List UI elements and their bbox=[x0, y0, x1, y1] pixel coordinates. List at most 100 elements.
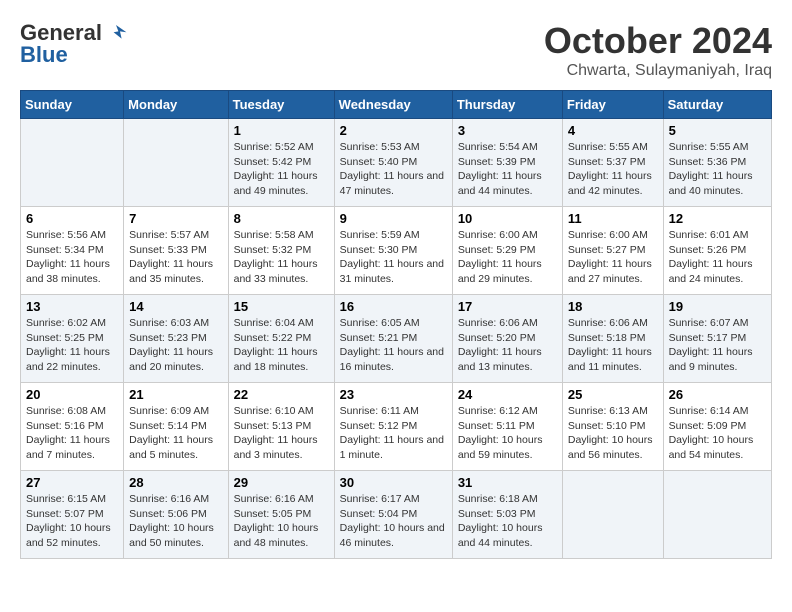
location: Chwarta, Sulaymaniyah, Iraq bbox=[544, 62, 772, 80]
calendar-cell: 30 Sunrise: 6:17 AM Sunset: 5:04 PM Dayli… bbox=[334, 471, 452, 559]
day-number: 7 bbox=[129, 211, 222, 226]
calendar-cell: 15 Sunrise: 6:04 AM Sunset: 5:22 PM Dayli… bbox=[228, 295, 334, 383]
day-number: 2 bbox=[340, 123, 447, 138]
month-title: October 2024 bbox=[544, 20, 772, 62]
calendar-cell: 22 Sunrise: 6:10 AM Sunset: 5:13 PM Dayli… bbox=[228, 383, 334, 471]
calendar-week-row: 6 Sunrise: 5:56 AM Sunset: 5:34 PM Daylig… bbox=[21, 207, 772, 295]
day-header-monday: Monday bbox=[124, 91, 228, 119]
day-info: Sunrise: 6:12 AM Sunset: 5:11 PM Dayligh… bbox=[458, 404, 557, 463]
day-number: 26 bbox=[669, 387, 766, 402]
day-info: Sunrise: 5:53 AM Sunset: 5:40 PM Dayligh… bbox=[340, 140, 447, 199]
day-number: 27 bbox=[26, 475, 118, 490]
day-info: Sunrise: 5:55 AM Sunset: 5:36 PM Dayligh… bbox=[669, 140, 766, 199]
calendar-cell: 8 Sunrise: 5:58 AM Sunset: 5:32 PM Daylig… bbox=[228, 207, 334, 295]
calendar-cell bbox=[124, 119, 228, 207]
day-info: Sunrise: 6:18 AM Sunset: 5:03 PM Dayligh… bbox=[458, 492, 557, 551]
day-info: Sunrise: 6:17 AM Sunset: 5:04 PM Dayligh… bbox=[340, 492, 447, 551]
day-number: 28 bbox=[129, 475, 222, 490]
calendar-cell: 16Sunrise: 6:05 AM Sunset: 5:21 PM Dayli… bbox=[334, 295, 452, 383]
day-number: 30 bbox=[340, 475, 447, 490]
day-info: Sunrise: 5:52 AM Sunset: 5:42 PM Dayligh… bbox=[234, 140, 329, 199]
day-info: Sunrise: 5:57 AM Sunset: 5:33 PM Dayligh… bbox=[129, 228, 222, 287]
calendar-cell: 3Sunrise: 5:54 AM Sunset: 5:39 PM Daylig… bbox=[452, 119, 562, 207]
calendar-week-row: 13 Sunrise: 6:02 AM Sunset: 5:25 PM Dayli… bbox=[21, 295, 772, 383]
title-block: October 2024 Chwarta, Sulaymaniyah, Iraq bbox=[544, 20, 772, 80]
day-number: 19 bbox=[669, 299, 766, 314]
day-number: 3 bbox=[458, 123, 557, 138]
day-info: Sunrise: 6:16 AM Sunset: 5:05 PM Dayligh… bbox=[234, 492, 329, 551]
day-number: 5 bbox=[669, 123, 766, 138]
day-info: Sunrise: 6:10 AM Sunset: 5:13 PM Dayligh… bbox=[234, 404, 329, 463]
day-number: 20 bbox=[26, 387, 118, 402]
day-number: 29 bbox=[234, 475, 329, 490]
day-info: Sunrise: 6:07 AM Sunset: 5:17 PM Dayligh… bbox=[669, 316, 766, 375]
day-info: Sunrise: 5:58 AM Sunset: 5:32 PM Dayligh… bbox=[234, 228, 329, 287]
day-number: 31 bbox=[458, 475, 557, 490]
day-header-thursday: Thursday bbox=[452, 91, 562, 119]
calendar-cell: 29 Sunrise: 6:16 AM Sunset: 5:05 PM Dayli… bbox=[228, 471, 334, 559]
day-info: Sunrise: 6:08 AM Sunset: 5:16 PM Dayligh… bbox=[26, 404, 118, 463]
calendar-header-row: SundayMondayTuesdayWednesdayThursdayFrid… bbox=[21, 91, 772, 119]
day-number: 24 bbox=[458, 387, 557, 402]
day-number: 8 bbox=[234, 211, 329, 226]
calendar-cell: 21Sunrise: 6:09 AM Sunset: 5:14 PM Dayli… bbox=[124, 383, 228, 471]
day-info: Sunrise: 5:56 AM Sunset: 5:34 PM Dayligh… bbox=[26, 228, 118, 287]
day-number: 21 bbox=[129, 387, 222, 402]
day-info: Sunrise: 6:14 AM Sunset: 5:09 PM Dayligh… bbox=[669, 404, 766, 463]
day-info: Sunrise: 6:00 AM Sunset: 5:27 PM Dayligh… bbox=[568, 228, 658, 287]
day-info: Sunrise: 6:02 AM Sunset: 5:25 PM Dayligh… bbox=[26, 316, 118, 375]
day-info: Sunrise: 6:00 AM Sunset: 5:29 PM Dayligh… bbox=[458, 228, 557, 287]
logo: General Blue bbox=[20, 20, 128, 68]
day-number: 16 bbox=[340, 299, 447, 314]
day-number: 18 bbox=[568, 299, 658, 314]
day-header-tuesday: Tuesday bbox=[228, 91, 334, 119]
day-number: 11 bbox=[568, 211, 658, 226]
day-number: 15 bbox=[234, 299, 329, 314]
calendar-cell: 11 Sunrise: 6:00 AM Sunset: 5:27 PM Dayli… bbox=[562, 207, 663, 295]
day-number: 13 bbox=[26, 299, 118, 314]
day-info: Sunrise: 6:15 AM Sunset: 5:07 PM Dayligh… bbox=[26, 492, 118, 551]
day-info: Sunrise: 6:06 AM Sunset: 5:20 PM Dayligh… bbox=[458, 316, 557, 375]
day-header-friday: Friday bbox=[562, 91, 663, 119]
day-number: 23 bbox=[340, 387, 447, 402]
page-header: General Blue October 2024 Chwarta, Sulay… bbox=[20, 20, 772, 80]
calendar-cell bbox=[562, 471, 663, 559]
calendar-cell: 9Sunrise: 5:59 AM Sunset: 5:30 PM Daylig… bbox=[334, 207, 452, 295]
calendar-cell: 13 Sunrise: 6:02 AM Sunset: 5:25 PM Dayli… bbox=[21, 295, 124, 383]
day-header-sunday: Sunday bbox=[21, 91, 124, 119]
day-info: Sunrise: 5:55 AM Sunset: 5:37 PM Dayligh… bbox=[568, 140, 658, 199]
day-info: Sunrise: 6:04 AM Sunset: 5:22 PM Dayligh… bbox=[234, 316, 329, 375]
day-info: Sunrise: 6:13 AM Sunset: 5:10 PM Dayligh… bbox=[568, 404, 658, 463]
day-info: Sunrise: 6:16 AM Sunset: 5:06 PM Dayligh… bbox=[129, 492, 222, 551]
day-number: 12 bbox=[669, 211, 766, 226]
calendar-cell bbox=[663, 471, 771, 559]
calendar-cell: 27 Sunrise: 6:15 AM Sunset: 5:07 PM Dayli… bbox=[21, 471, 124, 559]
calendar-cell: 4 Sunrise: 5:55 AM Sunset: 5:37 PM Daylig… bbox=[562, 119, 663, 207]
day-info: Sunrise: 6:03 AM Sunset: 5:23 PM Dayligh… bbox=[129, 316, 222, 375]
day-number: 10 bbox=[458, 211, 557, 226]
day-info: Sunrise: 6:11 AM Sunset: 5:12 PM Dayligh… bbox=[340, 404, 447, 463]
day-number: 9 bbox=[340, 211, 447, 226]
calendar-cell: 26 Sunrise: 6:14 AM Sunset: 5:09 PM Dayli… bbox=[663, 383, 771, 471]
calendar-cell: 31 Sunrise: 6:18 AM Sunset: 5:03 PM Dayli… bbox=[452, 471, 562, 559]
day-number: 6 bbox=[26, 211, 118, 226]
calendar-cell: 23 Sunrise: 6:11 AM Sunset: 5:12 PM Dayli… bbox=[334, 383, 452, 471]
calendar-cell: 17 Sunrise: 6:06 AM Sunset: 5:20 PM Dayli… bbox=[452, 295, 562, 383]
day-number: 14 bbox=[129, 299, 222, 314]
day-header-wednesday: Wednesday bbox=[334, 91, 452, 119]
calendar-cell: 18Sunrise: 6:06 AM Sunset: 5:18 PM Dayli… bbox=[562, 295, 663, 383]
day-info: Sunrise: 6:01 AM Sunset: 5:26 PM Dayligh… bbox=[669, 228, 766, 287]
calendar-cell: 25Sunrise: 6:13 AM Sunset: 5:10 PM Dayli… bbox=[562, 383, 663, 471]
calendar-week-row: 20 Sunrise: 6:08 AM Sunset: 5:16 PM Dayli… bbox=[21, 383, 772, 471]
calendar-cell: 2 Sunrise: 5:53 AM Sunset: 5:40 PM Daylig… bbox=[334, 119, 452, 207]
calendar-week-row: 1Sunrise: 5:52 AM Sunset: 5:42 PM Daylig… bbox=[21, 119, 772, 207]
day-number: 22 bbox=[234, 387, 329, 402]
day-number: 17 bbox=[458, 299, 557, 314]
calendar-cell: 6 Sunrise: 5:56 AM Sunset: 5:34 PM Daylig… bbox=[21, 207, 124, 295]
day-number: 4 bbox=[568, 123, 658, 138]
logo-bird-icon bbox=[104, 21, 128, 45]
calendar-cell: 28 Sunrise: 6:16 AM Sunset: 5:06 PM Dayli… bbox=[124, 471, 228, 559]
calendar-cell: 20 Sunrise: 6:08 AM Sunset: 5:16 PM Dayli… bbox=[21, 383, 124, 471]
calendar-week-row: 27 Sunrise: 6:15 AM Sunset: 5:07 PM Dayli… bbox=[21, 471, 772, 559]
calendar-cell: 1Sunrise: 5:52 AM Sunset: 5:42 PM Daylig… bbox=[228, 119, 334, 207]
